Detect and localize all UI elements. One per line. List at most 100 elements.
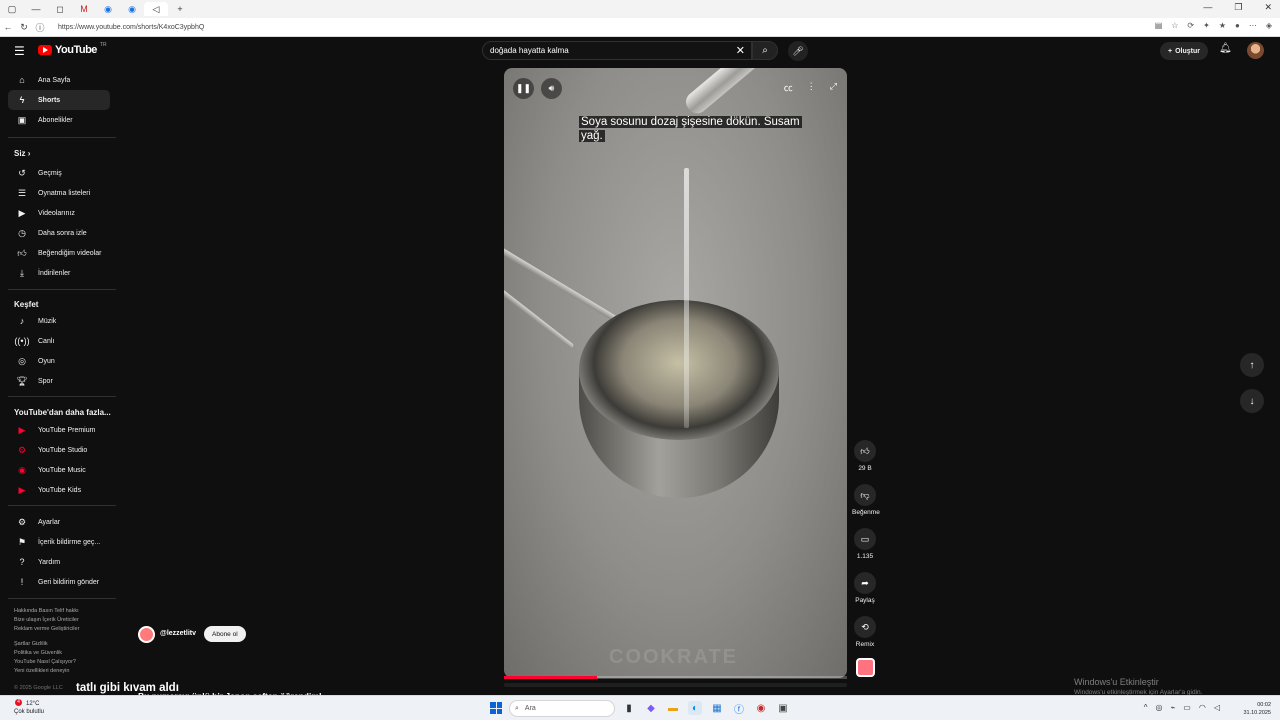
- search-input[interactable]: doğada hayatta kalma ✕: [482, 41, 752, 60]
- fullscreen-icon[interactable]: ⤢: [830, 81, 837, 94]
- sidebar-item-your-videos[interactable]: ▶ Videolarınız: [8, 203, 110, 223]
- reload-icon[interactable]: ↻: [16, 22, 32, 33]
- sidebar-item-youtube-music[interactable]: ◉ YouTube Music: [8, 460, 110, 480]
- app-icon[interactable]: ◉: [754, 701, 768, 715]
- channel-avatar[interactable]: [138, 626, 155, 643]
- dislike-button[interactable]: 👎︎ Beğenme: [852, 484, 880, 516]
- footer-line[interactable]: Yeni özellikleri deneyin: [14, 667, 114, 676]
- browser-tab[interactable]: ▢: [0, 2, 24, 16]
- browser-tab[interactable]: ◉: [120, 2, 144, 16]
- file-explorer-icon[interactable]: ▬: [666, 701, 680, 715]
- store-icon[interactable]: ▦: [710, 701, 724, 715]
- copilot-icon[interactable]: ◆: [644, 701, 658, 715]
- you-section-header[interactable]: Siz ›: [14, 149, 30, 158]
- avatar[interactable]: [1247, 42, 1264, 59]
- sidebar-item-subscriptions[interactable]: ▣ Abonelikler: [8, 110, 110, 130]
- video-progress-bar[interactable]: [504, 676, 847, 679]
- footer-line[interactable]: Şartlar Gizlilik: [14, 640, 114, 649]
- sidebar-item-sports[interactable]: 🏆︎ Spor: [8, 371, 110, 391]
- clear-search-icon[interactable]: ✕: [736, 44, 745, 57]
- more-icon[interactable]: ⋯: [1249, 21, 1257, 30]
- url-field[interactable]: https://www.youtube.com/shorts/K4xoC3ypb…: [58, 24, 204, 31]
- refresh-icon[interactable]: ⟳: [1187, 21, 1194, 30]
- music-icon: ♪: [19, 316, 25, 326]
- info-icon[interactable]: ⓘ: [32, 21, 48, 34]
- edge-icon[interactable]: ◐: [688, 701, 702, 715]
- extensions-icon[interactable]: ✦: [1203, 21, 1210, 30]
- sidebar-item-live[interactable]: ((•)) Canlı: [8, 331, 110, 351]
- sidebar-item-youtube-studio[interactable]: ⚙ YouTube Studio: [8, 440, 110, 460]
- sidebar-item-settings[interactable]: ⚙ Ayarlar: [8, 512, 110, 532]
- create-button[interactable]: + Oluştur: [1160, 42, 1208, 60]
- chevron-up-icon[interactable]: ^: [1144, 703, 1148, 712]
- previous-short-button[interactable]: ↑: [1240, 353, 1264, 377]
- channel-name[interactable]: @lezzetlitv: [160, 630, 196, 637]
- sidebar-item-history[interactable]: ↺ Geçmiş: [8, 163, 110, 183]
- restore-icon[interactable]: ❐: [1234, 2, 1242, 13]
- sidebar-item-liked[interactable]: 👍︎ Beğendiğim videolar: [8, 243, 110, 263]
- task-view-icon[interactable]: ▮: [622, 701, 636, 715]
- footer-line[interactable]: Hakkında Basın Telif hakkı: [14, 607, 114, 616]
- sidebar-item-help[interactable]: ? Yardım: [8, 552, 110, 572]
- weather-widget[interactable]: 4 12°C Çok bulutlu: [14, 699, 44, 716]
- browser-tab[interactable]: M: [72, 2, 96, 16]
- network-icon[interactable]: ◎: [1155, 703, 1162, 712]
- youtube-music-icon: ◉: [18, 464, 26, 475]
- youtube-logo[interactable]: YouTube TR: [38, 42, 107, 56]
- sidebar-item-music[interactable]: ♪ Müzik: [8, 311, 110, 331]
- menu-icon[interactable]: ☰: [14, 44, 25, 58]
- sidebar-item-shorts[interactable]: ϟ Shorts: [8, 90, 110, 110]
- next-short-button[interactable]: ↓: [1240, 389, 1264, 413]
- sidebar-item-youtube-premium[interactable]: ▶ YouTube Premium: [8, 420, 110, 440]
- favorite-icon[interactable]: ☆: [1171, 21, 1178, 30]
- copilot-icon[interactable]: ◈: [1266, 21, 1272, 30]
- reader-icon[interactable]: ▤: [1155, 21, 1163, 30]
- back-icon[interactable]: ←: [0, 22, 16, 32]
- shorts-video-player[interactable]: ❚❚ 🔊︎ ㏄ ⋮ ⤢ Soya sosunu dozaj şişesine d…: [504, 68, 847, 678]
- taskbar-search[interactable]: ⌕ Ara: [509, 700, 615, 717]
- media-icon[interactable]: ▣: [776, 701, 790, 715]
- sidebar-item-report-history[interactable]: ⚑ İçerik bildirme geç...: [8, 532, 110, 552]
- more-options-icon[interactable]: ⋮: [807, 81, 816, 94]
- minimize-icon[interactable]: —: [1203, 2, 1212, 13]
- notifications-bell-icon[interactable]: 🔔︎: [1219, 43, 1232, 54]
- new-tab-button[interactable]: +: [168, 2, 192, 16]
- profile-icon[interactable]: ●: [1235, 21, 1240, 30]
- browser-tab[interactable]: ◻: [48, 2, 72, 16]
- sidebar-item-watch-later[interactable]: ◷ Daha sonra izle: [8, 223, 110, 243]
- footer-line[interactable]: Politika ve Güvenlik: [14, 649, 114, 658]
- volume-button[interactable]: 🔊︎: [541, 78, 562, 99]
- like-button[interactable]: 👍︎ 29 B: [852, 440, 878, 472]
- sidebar-item-gaming[interactable]: ◎ Oyun: [8, 351, 110, 371]
- speaker-icon[interactable]: ◁: [1214, 703, 1220, 712]
- sidebar-item-playlists[interactable]: ☰ Oynatma listeleri: [8, 183, 110, 203]
- browser-tab[interactable]: ◉: [96, 2, 120, 16]
- channel-thumbnail[interactable]: [856, 658, 875, 677]
- sidebar-item-home[interactable]: ⌂ Ana Sayfa: [8, 70, 110, 90]
- footer-line[interactable]: YouTube Nasıl Çalışıyor?: [14, 658, 114, 667]
- sidebar-item-feedback[interactable]: ! Geri bildirim gönder: [8, 572, 110, 592]
- favorites-icon[interactable]: ★: [1219, 21, 1226, 30]
- footer-line[interactable]: Reklam verme Geliştiriciler: [14, 625, 114, 634]
- battery-icon[interactable]: ▭: [1183, 703, 1191, 712]
- start-button[interactable]: [490, 702, 502, 714]
- browser-tab-active[interactable]: ◁: [144, 2, 168, 16]
- usb-icon[interactable]: ⌁: [1170, 703, 1175, 712]
- subscribe-button[interactable]: Abone ol: [204, 626, 246, 642]
- search-button[interactable]: ⌕: [752, 41, 778, 60]
- wifi-icon[interactable]: ◠: [1199, 703, 1206, 712]
- voice-search-button[interactable]: 🎤︎: [788, 41, 808, 61]
- sidebar-item-label: YouTube Music: [38, 466, 86, 474]
- comments-button[interactable]: ▭ 1.135: [852, 528, 878, 560]
- footer-line[interactable]: Bize ulaşın İçerik Üreticiler: [14, 616, 114, 625]
- remix-button[interactable]: ⟲ Remix: [852, 616, 878, 648]
- captions-icon[interactable]: ㏄: [784, 81, 793, 94]
- pause-button[interactable]: ❚❚: [513, 78, 534, 99]
- facebook-icon[interactable]: ⓕ: [732, 701, 746, 716]
- close-icon[interactable]: ✕: [1264, 2, 1272, 13]
- clock[interactable]: 00:02 31.10.2025: [1243, 701, 1271, 717]
- sidebar-item-downloads[interactable]: ⤓ İndirilenler: [8, 263, 110, 283]
- browser-tab[interactable]: —: [24, 2, 48, 16]
- sidebar-item-youtube-kids[interactable]: ▶ YouTube Kids: [8, 480, 110, 500]
- share-button[interactable]: ➦ Paylaş: [852, 572, 878, 604]
